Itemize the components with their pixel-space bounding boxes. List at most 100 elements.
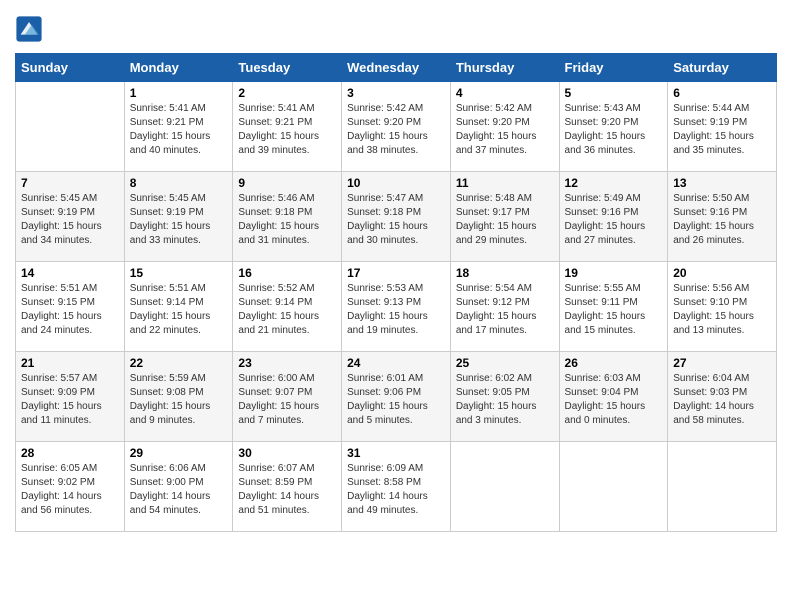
- day-cell: [450, 442, 559, 532]
- day-info: Sunrise: 6:01 AMSunset: 9:06 PMDaylight:…: [347, 372, 445, 428]
- day-info: Sunrise: 6:02 AMSunset: 9:05 PMDaylight:…: [456, 372, 554, 428]
- day-number: 19: [565, 266, 663, 280]
- day-cell: 9 Sunrise: 5:46 AMSunset: 9:18 PMDayligh…: [233, 172, 342, 262]
- day-info: Sunrise: 6:05 AMSunset: 9:02 PMDaylight:…: [21, 462, 119, 518]
- day-info: Sunrise: 5:50 AMSunset: 9:16 PMDaylight:…: [673, 192, 771, 248]
- day-cell: 20 Sunrise: 5:56 AMSunset: 9:10 PMDaylig…: [668, 262, 777, 352]
- day-info: Sunrise: 6:06 AMSunset: 9:00 PMDaylight:…: [130, 462, 228, 518]
- day-cell: 26 Sunrise: 6:03 AMSunset: 9:04 PMDaylig…: [559, 352, 668, 442]
- day-number: 24: [347, 356, 445, 370]
- day-info: Sunrise: 5:46 AMSunset: 9:18 PMDaylight:…: [238, 192, 336, 248]
- day-cell: 28 Sunrise: 6:05 AMSunset: 9:02 PMDaylig…: [16, 442, 125, 532]
- weekday-header-tuesday: Tuesday: [233, 54, 342, 82]
- day-cell: 11 Sunrise: 5:48 AMSunset: 9:17 PMDaylig…: [450, 172, 559, 262]
- day-cell: 22 Sunrise: 5:59 AMSunset: 9:08 PMDaylig…: [124, 352, 233, 442]
- week-row-3: 21 Sunrise: 5:57 AMSunset: 9:09 PMDaylig…: [16, 352, 777, 442]
- day-number: 5: [565, 86, 663, 100]
- logo: [15, 15, 45, 43]
- weekday-header-sunday: Sunday: [16, 54, 125, 82]
- day-cell: 30 Sunrise: 6:07 AMSunset: 8:59 PMDaylig…: [233, 442, 342, 532]
- header: [15, 15, 777, 43]
- day-number: 31: [347, 446, 445, 460]
- day-info: Sunrise: 5:52 AMSunset: 9:14 PMDaylight:…: [238, 282, 336, 338]
- day-number: 3: [347, 86, 445, 100]
- day-number: 1: [130, 86, 228, 100]
- weekday-header-wednesday: Wednesday: [342, 54, 451, 82]
- day-number: 27: [673, 356, 771, 370]
- day-info: Sunrise: 5:45 AMSunset: 9:19 PMDaylight:…: [130, 192, 228, 248]
- day-cell: 18 Sunrise: 5:54 AMSunset: 9:12 PMDaylig…: [450, 262, 559, 352]
- day-number: 12: [565, 176, 663, 190]
- day-info: Sunrise: 5:54 AMSunset: 9:12 PMDaylight:…: [456, 282, 554, 338]
- day-cell: 7 Sunrise: 5:45 AMSunset: 9:19 PMDayligh…: [16, 172, 125, 262]
- day-cell: 29 Sunrise: 6:06 AMSunset: 9:00 PMDaylig…: [124, 442, 233, 532]
- day-info: Sunrise: 5:56 AMSunset: 9:10 PMDaylight:…: [673, 282, 771, 338]
- day-number: 16: [238, 266, 336, 280]
- weekday-header-friday: Friday: [559, 54, 668, 82]
- day-number: 2: [238, 86, 336, 100]
- week-row-2: 14 Sunrise: 5:51 AMSunset: 9:15 PMDaylig…: [16, 262, 777, 352]
- week-row-1: 7 Sunrise: 5:45 AMSunset: 9:19 PMDayligh…: [16, 172, 777, 262]
- day-info: Sunrise: 5:42 AMSunset: 9:20 PMDaylight:…: [347, 102, 445, 158]
- day-info: Sunrise: 5:55 AMSunset: 9:11 PMDaylight:…: [565, 282, 663, 338]
- day-info: Sunrise: 5:53 AMSunset: 9:13 PMDaylight:…: [347, 282, 445, 338]
- day-cell: 12 Sunrise: 5:49 AMSunset: 9:16 PMDaylig…: [559, 172, 668, 262]
- day-cell: 16 Sunrise: 5:52 AMSunset: 9:14 PMDaylig…: [233, 262, 342, 352]
- day-cell: 23 Sunrise: 6:00 AMSunset: 9:07 PMDaylig…: [233, 352, 342, 442]
- day-cell: 6 Sunrise: 5:44 AMSunset: 9:19 PMDayligh…: [668, 82, 777, 172]
- day-cell: [559, 442, 668, 532]
- day-info: Sunrise: 5:57 AMSunset: 9:09 PMDaylight:…: [21, 372, 119, 428]
- day-number: 11: [456, 176, 554, 190]
- day-number: 26: [565, 356, 663, 370]
- week-row-0: 1 Sunrise: 5:41 AMSunset: 9:21 PMDayligh…: [16, 82, 777, 172]
- day-number: 6: [673, 86, 771, 100]
- day-number: 7: [21, 176, 119, 190]
- day-number: 14: [21, 266, 119, 280]
- logo-icon: [15, 15, 43, 43]
- day-cell: [668, 442, 777, 532]
- day-number: 22: [130, 356, 228, 370]
- day-number: 10: [347, 176, 445, 190]
- day-cell: 19 Sunrise: 5:55 AMSunset: 9:11 PMDaylig…: [559, 262, 668, 352]
- calendar-table: SundayMondayTuesdayWednesdayThursdayFrid…: [15, 53, 777, 532]
- weekday-header-thursday: Thursday: [450, 54, 559, 82]
- day-info: Sunrise: 5:51 AMSunset: 9:15 PMDaylight:…: [21, 282, 119, 338]
- day-cell: 17 Sunrise: 5:53 AMSunset: 9:13 PMDaylig…: [342, 262, 451, 352]
- day-number: 28: [21, 446, 119, 460]
- day-number: 18: [456, 266, 554, 280]
- day-cell: 8 Sunrise: 5:45 AMSunset: 9:19 PMDayligh…: [124, 172, 233, 262]
- day-cell: 24 Sunrise: 6:01 AMSunset: 9:06 PMDaylig…: [342, 352, 451, 442]
- day-number: 30: [238, 446, 336, 460]
- weekday-header-monday: Monday: [124, 54, 233, 82]
- day-info: Sunrise: 6:09 AMSunset: 8:58 PMDaylight:…: [347, 462, 445, 518]
- day-info: Sunrise: 5:59 AMSunset: 9:08 PMDaylight:…: [130, 372, 228, 428]
- day-info: Sunrise: 5:41 AMSunset: 9:21 PMDaylight:…: [130, 102, 228, 158]
- day-cell: 25 Sunrise: 6:02 AMSunset: 9:05 PMDaylig…: [450, 352, 559, 442]
- day-info: Sunrise: 5:41 AMSunset: 9:21 PMDaylight:…: [238, 102, 336, 158]
- day-cell: 15 Sunrise: 5:51 AMSunset: 9:14 PMDaylig…: [124, 262, 233, 352]
- day-cell: 1 Sunrise: 5:41 AMSunset: 9:21 PMDayligh…: [124, 82, 233, 172]
- day-info: Sunrise: 5:45 AMSunset: 9:19 PMDaylight:…: [21, 192, 119, 248]
- day-cell: 13 Sunrise: 5:50 AMSunset: 9:16 PMDaylig…: [668, 172, 777, 262]
- header-row: SundayMondayTuesdayWednesdayThursdayFrid…: [16, 54, 777, 82]
- day-info: Sunrise: 6:07 AMSunset: 8:59 PMDaylight:…: [238, 462, 336, 518]
- day-info: Sunrise: 5:44 AMSunset: 9:19 PMDaylight:…: [673, 102, 771, 158]
- day-info: Sunrise: 5:51 AMSunset: 9:14 PMDaylight:…: [130, 282, 228, 338]
- day-cell: 4 Sunrise: 5:42 AMSunset: 9:20 PMDayligh…: [450, 82, 559, 172]
- day-info: Sunrise: 5:47 AMSunset: 9:18 PMDaylight:…: [347, 192, 445, 248]
- week-row-4: 28 Sunrise: 6:05 AMSunset: 9:02 PMDaylig…: [16, 442, 777, 532]
- day-info: Sunrise: 5:49 AMSunset: 9:16 PMDaylight:…: [565, 192, 663, 248]
- day-cell: 2 Sunrise: 5:41 AMSunset: 9:21 PMDayligh…: [233, 82, 342, 172]
- day-cell: 10 Sunrise: 5:47 AMSunset: 9:18 PMDaylig…: [342, 172, 451, 262]
- day-number: 15: [130, 266, 228, 280]
- day-number: 25: [456, 356, 554, 370]
- day-info: Sunrise: 5:48 AMSunset: 9:17 PMDaylight:…: [456, 192, 554, 248]
- day-number: 9: [238, 176, 336, 190]
- day-cell: [16, 82, 125, 172]
- day-info: Sunrise: 5:43 AMSunset: 9:20 PMDaylight:…: [565, 102, 663, 158]
- day-number: 4: [456, 86, 554, 100]
- day-info: Sunrise: 5:42 AMSunset: 9:20 PMDaylight:…: [456, 102, 554, 158]
- day-info: Sunrise: 6:03 AMSunset: 9:04 PMDaylight:…: [565, 372, 663, 428]
- day-number: 29: [130, 446, 228, 460]
- day-info: Sunrise: 6:04 AMSunset: 9:03 PMDaylight:…: [673, 372, 771, 428]
